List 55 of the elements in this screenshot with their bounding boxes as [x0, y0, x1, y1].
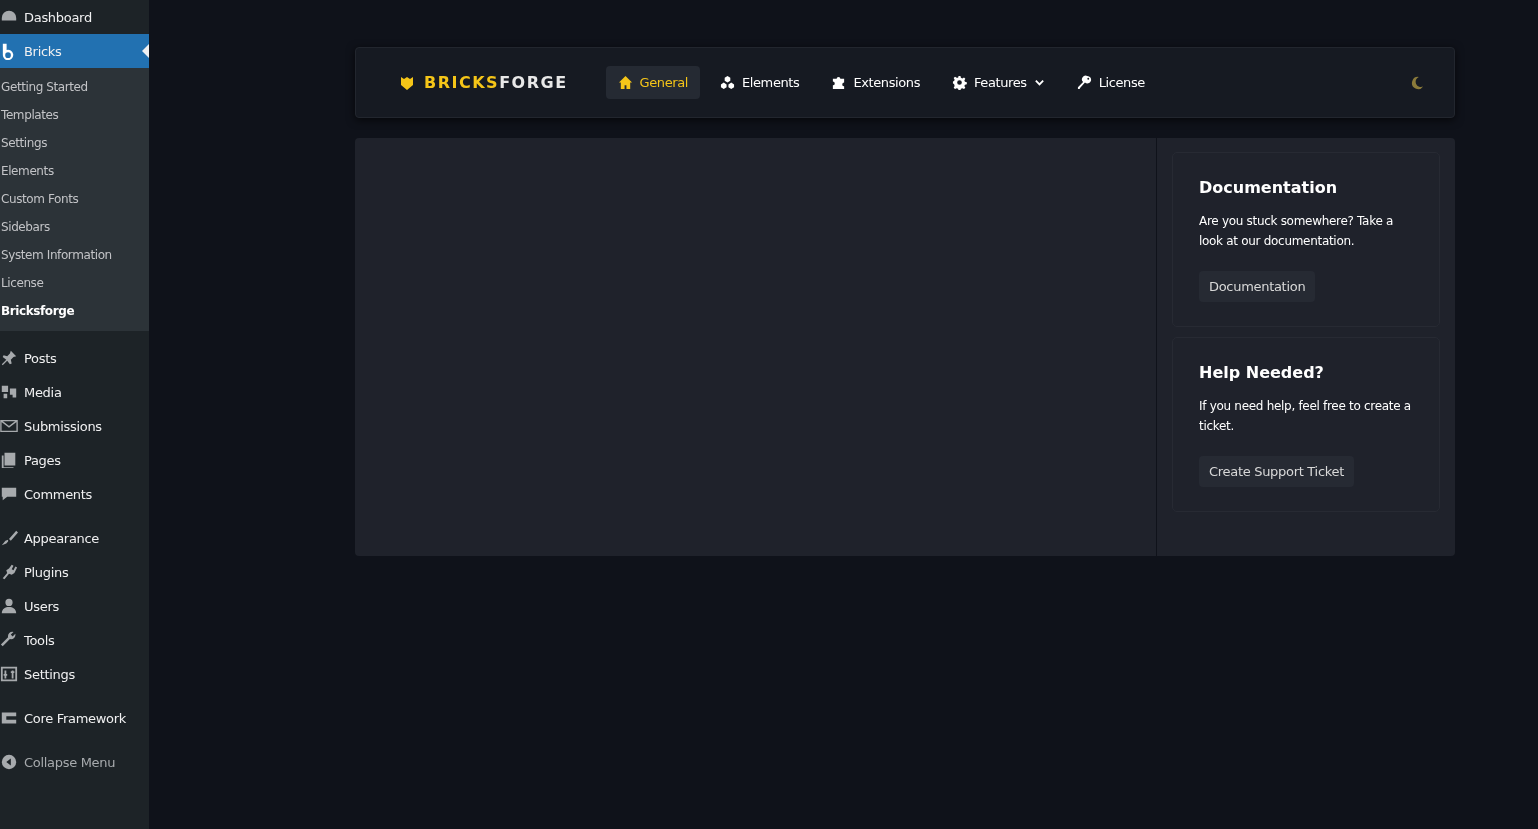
- plug-icon: [0, 563, 18, 581]
- card-title: Documentation: [1199, 178, 1339, 197]
- submenu-item[interactable]: Settings: [0, 129, 149, 157]
- logo-text: BRICKS: [424, 73, 500, 92]
- user-icon: [0, 597, 18, 615]
- home-icon: [617, 75, 633, 90]
- card-button[interactable]: Create Support Ticket: [1199, 456, 1354, 487]
- menu-item[interactable]: Plugins: [0, 555, 149, 589]
- submenu-item[interactable]: Sidebars: [0, 213, 149, 241]
- submenu-item[interactable]: System Information: [0, 241, 149, 269]
- menu-item[interactable]: Pages: [0, 443, 149, 477]
- card-text: Are you stuck somewhere? Take a look at our documentation.: [1199, 213, 1395, 250]
- menu-item[interactable]: Posts: [0, 341, 149, 375]
- menu-item[interactable]: Comments: [0, 477, 149, 511]
- envelope-icon: [0, 417, 18, 435]
- submenu-item[interactable]: Elements: [0, 157, 149, 185]
- menu-item[interactable]: Tools: [0, 623, 149, 657]
- submenu-item[interactable]: License: [0, 269, 149, 297]
- menu-item[interactable]: Bricks: [0, 34, 149, 68]
- submenu-item[interactable]: Custom Fonts: [0, 185, 149, 213]
- nav-tab[interactable]: Features: [940, 66, 1057, 99]
- gear-icon: [952, 75, 967, 90]
- nav-tab[interactable]: Extensions: [819, 66, 932, 99]
- submenu-item[interactable]: Bricksforge: [0, 297, 149, 325]
- menu-item[interactable]: Appearance: [0, 521, 149, 555]
- menu-item[interactable]: Dashboard: [0, 0, 149, 34]
- cubes-icon: [720, 75, 735, 90]
- menu-item[interactable]: Core Framework: [0, 701, 149, 735]
- wrench-icon: [0, 631, 18, 649]
- speech-bubble-icon: [0, 485, 18, 503]
- moon-icon[interactable]: [1410, 75, 1424, 90]
- nav-tab[interactable]: License: [1064, 66, 1157, 99]
- submenu-item[interactable]: Templates: [0, 101, 149, 129]
- submenu-item[interactable]: Getting Started: [0, 73, 149, 101]
- card-button[interactable]: Documentation: [1199, 271, 1316, 302]
- pages-icon: [0, 451, 18, 469]
- nav-tab[interactable]: General: [605, 66, 700, 99]
- card-text: If you need help, feel free to create a ticket.: [1199, 398, 1412, 435]
- nav-tab[interactable]: Elements: [708, 66, 812, 99]
- shield-logo-icon: [399, 74, 415, 91]
- menu-item[interactable]: Media: [0, 375, 149, 409]
- menu-item[interactable]: Settings: [0, 657, 149, 691]
- menu-item[interactable]: Submissions: [0, 409, 149, 443]
- sliders-icon: [0, 665, 18, 683]
- paintbrush-icon: [0, 529, 18, 547]
- collapse-menu-button[interactable]: Collapse Menu: [0, 745, 149, 779]
- chevron-down-icon: [1033, 77, 1045, 88]
- logo-text: FORGE: [499, 73, 568, 92]
- menu-item[interactable]: Users: [0, 589, 149, 623]
- media-icon: [0, 383, 18, 401]
- card-title: Help Needed?: [1199, 363, 1325, 382]
- key-icon: [1076, 75, 1092, 90]
- pushpin-icon: [0, 349, 18, 367]
- menu-pointer-arrow: [142, 44, 149, 58]
- puzzle-icon: [831, 75, 847, 90]
